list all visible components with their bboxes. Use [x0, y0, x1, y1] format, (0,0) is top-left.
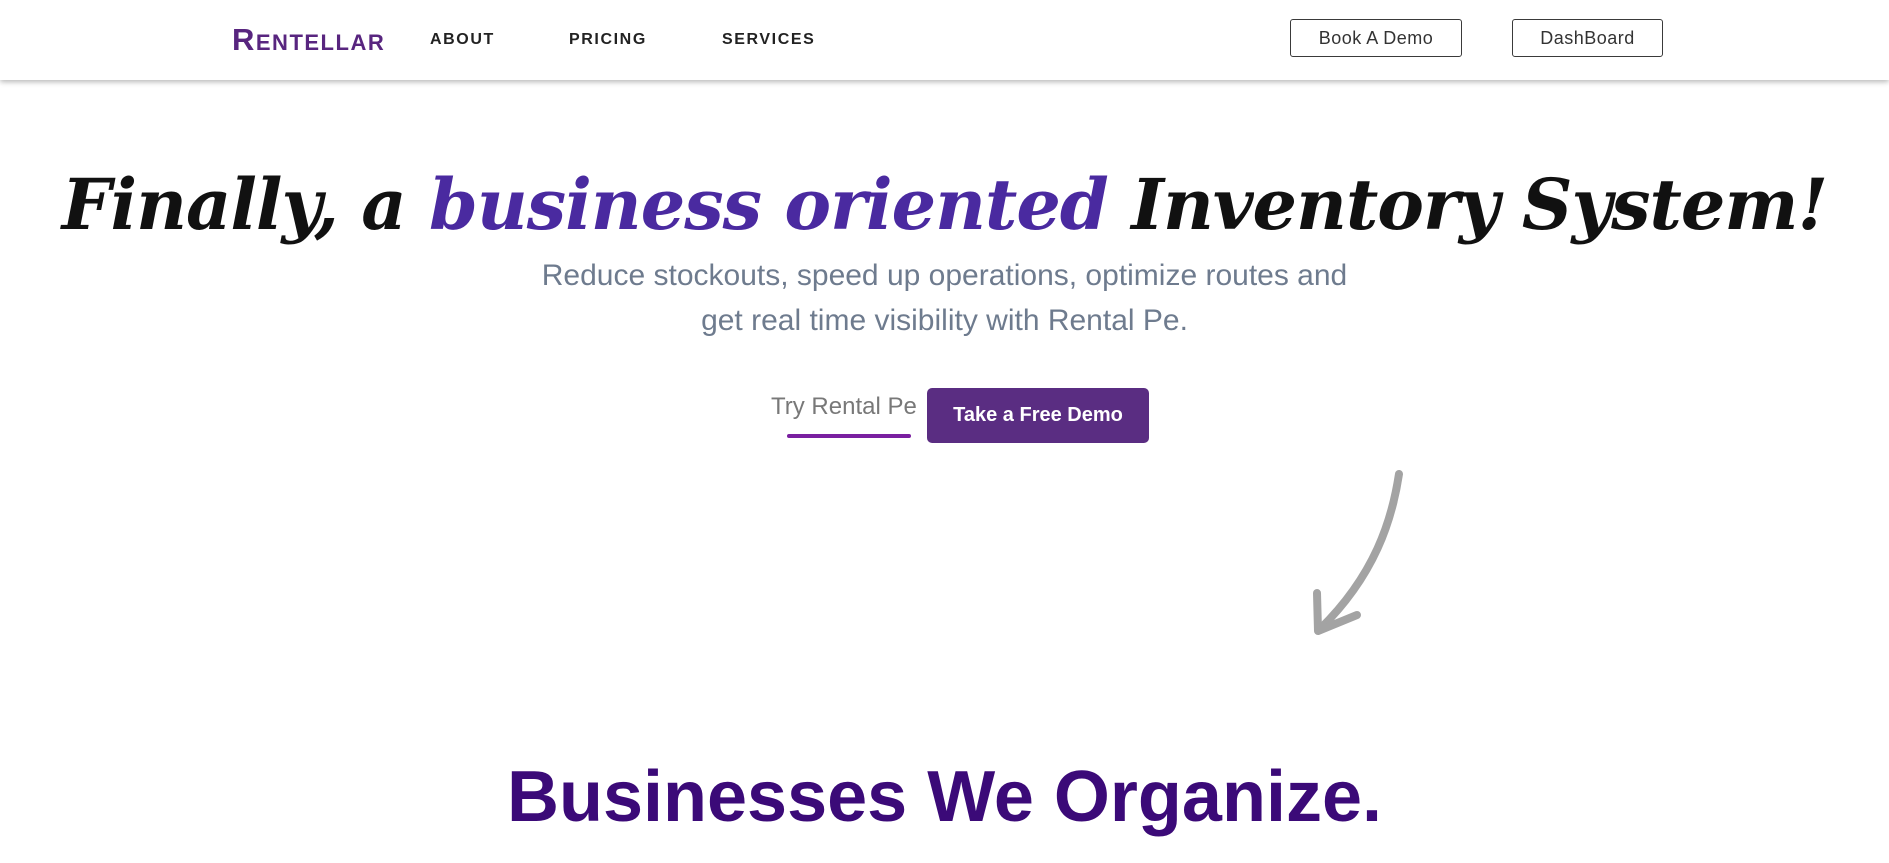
navbar: Rentellar ABOUT PRICING SERVICES Book A …	[0, 0, 1889, 80]
hero-subtitle-line2: get real time visibility with Rental Pe.	[701, 304, 1188, 337]
book-demo-button[interactable]: Book A Demo	[1290, 19, 1462, 57]
logo[interactable]: Rentellar	[232, 22, 385, 58]
nav-link-services[interactable]: SERVICES	[722, 30, 815, 50]
take-free-demo-button[interactable]: Take a Free Demo	[927, 388, 1149, 443]
hero-title-part1: Finally, a	[61, 163, 429, 246]
hero-title: Finally, a business oriented Inventory S…	[0, 150, 1889, 260]
hero-subtitle: Reduce stockouts, speed up operations, o…	[0, 253, 1889, 343]
hero-title-accent: business oriented	[428, 163, 1109, 246]
try-link-underline	[787, 434, 911, 438]
businesses-heading: Businesses We Organize.	[506, 757, 1382, 837]
nav-link-pricing[interactable]: PRICING	[569, 30, 647, 50]
hero-title-part2: Inventory System!	[1107, 163, 1828, 246]
dashboard-button[interactable]: DashBoard	[1512, 19, 1663, 57]
hero-subtitle-line1: Reduce stockouts, speed up operations, o…	[541, 259, 1348, 292]
nav-link-about[interactable]: ABOUT	[430, 30, 495, 50]
curved-arrow-down-left-icon	[1313, 470, 1403, 635]
try-rental-pe-link[interactable]: Try Rental Pe	[771, 392, 917, 422]
